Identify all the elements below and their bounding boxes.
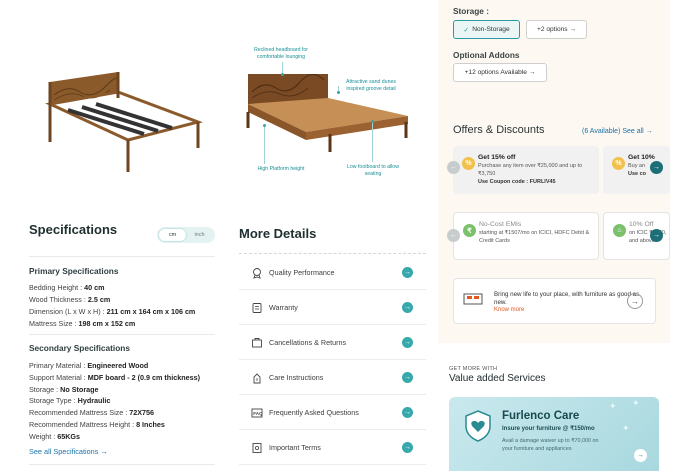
shield-heart-icon (465, 410, 491, 442)
furlenco-care-card[interactable]: Furlenco Care Insure your furniture @ ₹1… (449, 397, 659, 471)
unit-option-cm[interactable]: cm (159, 229, 186, 241)
more-details-item-warranty[interactable]: Warranty → (239, 291, 426, 325)
get-more-kicker: GET MORE WITH (449, 366, 498, 372)
arrow-right-icon: → (402, 337, 413, 348)
spec-row: Dimension (L x W x H) : 211 cm x 164 cm … (29, 307, 196, 316)
bed-icon (463, 293, 483, 305)
offers-prev-button[interactable]: ← (447, 161, 460, 174)
arrow-right-icon: → (402, 372, 413, 383)
optional-addons-label: Optional Addons (453, 50, 520, 60)
secondary-specifications-heading: Secondary Specifications (29, 343, 130, 353)
arrow-right-icon[interactable]: → (627, 293, 643, 309)
more-details-item-care[interactable]: Care Instructions → (239, 361, 426, 395)
warranty-icon (250, 301, 264, 315)
percent-icon: % (612, 157, 625, 170)
product-images: Reclined headboard for comfortable loung… (0, 0, 432, 212)
more-details-item-terms[interactable]: Important Terms → (239, 431, 426, 465)
emi-icon: ₹ (463, 224, 476, 237)
storage-option-non-storage[interactable]: ✓ Non-Storage (453, 20, 520, 39)
primary-specifications-heading: Primary Specifications (29, 266, 119, 276)
more-details-item-quality[interactable]: Quality Performance → (239, 256, 426, 290)
spec-row: Recommended Mattress Size : 72X756 (29, 408, 155, 417)
more-details-item-faq[interactable]: FAQ Frequently Asked Questions → (239, 396, 426, 430)
arrow-right-icon: → (569, 26, 577, 33)
spec-row: Support Material : MDF board - 2 (0.9 cm… (29, 373, 200, 382)
arrow-right-icon: → (100, 447, 108, 456)
offer-card[interactable]: % Get 15% off Purchase any item over ₹25… (453, 146, 599, 194)
check-icon: ✓ (463, 26, 470, 34)
spec-row: Recommended Mattress Height : 8 Inches (29, 420, 165, 429)
know-more-link[interactable]: Know more (494, 307, 524, 313)
value-added-title: Value added Services (449, 373, 546, 384)
callout-groove-detail: Attractive sand dunes inspired groove de… (346, 79, 396, 92)
care-icon (250, 371, 264, 385)
terms-icon (250, 441, 264, 455)
sparkle-icon: ✦ (632, 398, 640, 408)
spec-row: Bedding Height : 40 cm (29, 283, 105, 292)
svg-text:FAQ: FAQ (253, 411, 263, 416)
addons-options-button[interactable]: +12 options Available → (453, 63, 547, 82)
arrow-right-icon: → (645, 128, 653, 135)
offers-next-button[interactable]: → (650, 229, 663, 242)
spec-row: Wood Thickness : 2.5 cm (29, 295, 111, 304)
bank-icon: ⌂ (613, 224, 626, 237)
unit-option-inch[interactable]: inch (186, 229, 213, 241)
spec-row: Mattress Size : 198 cm x 152 cm (29, 319, 136, 328)
arrow-right-icon: → (402, 407, 413, 418)
arrow-right-icon[interactable]: → (634, 449, 647, 462)
spec-row: Storage : No Storage (29, 385, 99, 394)
offers-next-button[interactable]: → (650, 161, 663, 174)
storage-more-options-button[interactable]: +2 options → (526, 20, 587, 39)
bed-frame-image (45, 72, 203, 172)
quality-badge-icon (250, 266, 264, 280)
percent-icon: % (462, 157, 475, 170)
see-all-specifications-link[interactable]: See all Specifications → (29, 447, 108, 456)
offer-card[interactable]: ₹ No-Cost EMIs starting at ₹1507/mo on I… (453, 212, 599, 260)
unit-toggle[interactable]: cm inch (157, 227, 215, 243)
see-all-offers-link[interactable]: (6 Available) See all → (582, 128, 653, 135)
storage-label: Storage : (453, 6, 489, 16)
spec-row: Weight : 65KGs (29, 432, 81, 441)
returns-icon (250, 336, 264, 350)
sparkle-icon: ✦ (609, 401, 617, 411)
callout-low-footboard: Low footboard to allow seating (347, 164, 399, 177)
spec-row: Primary Material : Engineered Wood (29, 361, 149, 370)
arrow-right-icon: → (528, 69, 536, 76)
spec-row: Storage Type : Hydraulic (29, 396, 111, 405)
arrow-right-icon: → (402, 267, 413, 278)
faq-icon: FAQ (250, 406, 264, 420)
callout-platform-height: High Platform height (257, 166, 305, 172)
refurbished-promo-card[interactable]: Bring new life to your place, with furni… (453, 278, 656, 324)
offers-prev-button[interactable]: ← (447, 229, 460, 242)
arrow-right-icon: → (402, 302, 413, 313)
arrow-right-icon: → (402, 442, 413, 453)
callout-headboard: Reclined headboard for comfortable loung… (254, 47, 308, 60)
sparkle-icon: ✦ (622, 423, 630, 433)
offers-title: Offers & Discounts (453, 124, 545, 136)
more-details-title: More Details (239, 226, 317, 241)
more-details-item-returns[interactable]: Cancellations & Returns → (239, 326, 426, 360)
